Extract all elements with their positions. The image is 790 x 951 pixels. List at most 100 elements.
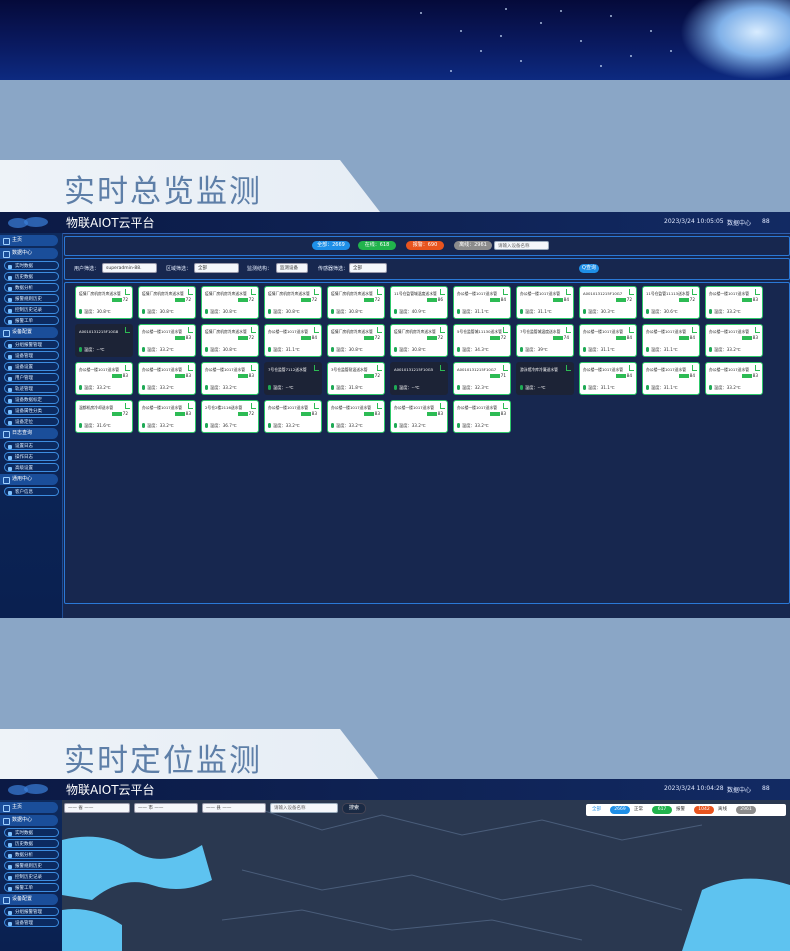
region-filter-select[interactable]: 全部 bbox=[194, 263, 239, 273]
map-canvas[interactable] bbox=[62, 800, 790, 951]
sidebar-home[interactable]: 主页 bbox=[0, 802, 58, 813]
device-card[interactable]: 疫情厂房机房冷库送水管 72 温度：30.8℃ bbox=[390, 324, 448, 357]
sidebar-item[interactable]: 报警规则历史 bbox=[4, 294, 59, 303]
sidebar-group[interactable]: 设备配置 bbox=[0, 327, 58, 338]
sidebar-item[interactable]: 报警工单 bbox=[4, 316, 59, 325]
sidebar-item[interactable]: 设置日志 bbox=[4, 441, 59, 450]
device-card[interactable]: 办公楼一楼1017送水管 83 温度：33.2℃ bbox=[453, 400, 511, 433]
city-select[interactable]: —— 市 —— bbox=[134, 803, 198, 813]
sidebar-item[interactable]: 数据分析 bbox=[4, 283, 59, 292]
status-pill[interactable]: 在线：618 bbox=[358, 241, 396, 250]
device-card[interactable]: 办公楼一楼1017送水管 83 温度：33.2℃ bbox=[705, 362, 763, 395]
legend-label[interactable]: 报警 bbox=[676, 806, 685, 814]
sensor-filter-select[interactable]: 全部 bbox=[349, 263, 387, 273]
sidebar-item[interactable]: 分组报警管理 bbox=[4, 907, 59, 916]
device-card[interactable]: 办公楼一楼1017送水管 83 温度：33.2℃ bbox=[138, 324, 196, 357]
device-card[interactable]: 疫情厂房机房冷库送水管 72 温度：30.8℃ bbox=[327, 286, 385, 319]
sidebar-item[interactable]: 实时数据 bbox=[4, 828, 59, 837]
sidebar-item[interactable]: 轨迹管理 bbox=[4, 384, 59, 393]
legend-count[interactable]: 2961 bbox=[736, 806, 756, 814]
sidebar-item[interactable]: 控制历史记录 bbox=[4, 305, 59, 314]
device-card[interactable]: 办公楼一楼1017送水管 83 温度：33.2℃ bbox=[201, 362, 259, 395]
device-card[interactable]: A0010131215F10G5 温度：--℃ bbox=[390, 362, 448, 395]
device-card[interactable]: 疫情厂房机房冷库送水管 72 温度：30.8℃ bbox=[327, 324, 385, 357]
device-card[interactable]: 2号仓2楼2116送水管 72 温度：36.7℃ bbox=[201, 400, 259, 433]
device-card[interactable]: 办公楼一楼1017送水管 84 温度：31.1℃ bbox=[579, 324, 637, 357]
legend-label[interactable]: 正常 bbox=[634, 806, 643, 814]
legend-count[interactable]: 617 bbox=[652, 806, 672, 814]
sidebar-item[interactable]: 设备定位 bbox=[4, 417, 59, 426]
device-card[interactable]: 办公楼一楼1017送水管 84 温度：31.1℃ bbox=[642, 362, 700, 395]
device-card[interactable]: 11号仓监管城温度送水管 86 温度：40.9℃ bbox=[390, 286, 448, 319]
data-center-link[interactable]: 数据中心 bbox=[727, 785, 751, 794]
map-view[interactable]: —— 省 —— —— 市 —— —— 县 —— 请输入设备名称 搜索 全部 266… bbox=[62, 800, 790, 951]
monitor-filter-select[interactable]: 监测设备 bbox=[276, 263, 308, 273]
device-card[interactable]: 温都机房冷却送水管 72 温度：31.6℃ bbox=[75, 400, 133, 433]
sidebar-item[interactable]: 设备属性分类 bbox=[4, 406, 59, 415]
user-menu[interactable]: 88 bbox=[762, 218, 770, 225]
sidebar-group[interactable]: 数据中心 bbox=[0, 248, 58, 259]
sidebar-item[interactable]: 分组报警管理 bbox=[4, 340, 59, 349]
legend-label[interactable]: 离线 bbox=[718, 806, 727, 814]
county-select[interactable]: —— 县 —— bbox=[202, 803, 266, 813]
sidebar-item[interactable]: 实时数据 bbox=[4, 261, 59, 270]
device-card[interactable]: 疫情厂房机房冷库送水管 72 温度：30.8℃ bbox=[75, 286, 133, 319]
sidebar-group[interactable]: 日志查询 bbox=[0, 428, 58, 439]
device-card[interactable]: 办公楼一楼1017送水管 84 温度：31.1℃ bbox=[264, 324, 322, 357]
device-card[interactable]: A0010131215F10G8 温度：--℃ bbox=[75, 324, 133, 357]
device-card[interactable]: A0010131215F10G7 72 温度：30.3℃ bbox=[579, 286, 637, 319]
device-card[interactable]: 疫情厂房机房冷库送水管 72 温度：30.8℃ bbox=[201, 324, 259, 357]
device-card[interactable]: 办公楼一楼1017送水管 83 温度：33.2℃ bbox=[327, 400, 385, 433]
sidebar-item[interactable]: 设备管理 bbox=[4, 918, 59, 927]
sidebar-group[interactable]: 数据中心 bbox=[0, 815, 58, 826]
device-card[interactable]: 办公楼一楼1017送水管 83 温度：33.2℃ bbox=[138, 400, 196, 433]
sidebar-item[interactable]: 高级设置 bbox=[4, 463, 59, 472]
sidebar-item[interactable]: 用户管理 bbox=[4, 373, 59, 382]
legend-count[interactable]: 1042 bbox=[694, 806, 714, 814]
device-card[interactable]: 游泳馆冷库冷凝送水管 温度：--℃ bbox=[516, 362, 574, 395]
sidebar-item[interactable]: 历史数据 bbox=[4, 839, 59, 848]
device-card[interactable]: 办公楼一楼1017送水管 84 温度：31.1℃ bbox=[642, 324, 700, 357]
device-card[interactable]: 疫情厂房机房冷库送水管 72 温度：30.8℃ bbox=[264, 286, 322, 319]
sidebar-group[interactable]: 设备配置 bbox=[0, 894, 58, 905]
device-card[interactable]: 疫情厂房机房冷库送水管 72 温度：30.8℃ bbox=[201, 286, 259, 319]
sidebar-item[interactable]: 报警工单 bbox=[4, 883, 59, 892]
data-center-link[interactable]: 数据中心 bbox=[727, 218, 751, 227]
legend-label[interactable]: 全部 bbox=[592, 806, 601, 814]
legend-count[interactable]: 2669 bbox=[610, 806, 630, 814]
device-card[interactable]: 7号仓监管7112送水管 温度：--℃ bbox=[264, 362, 322, 395]
status-pill[interactable]: 全部：2669 bbox=[312, 241, 350, 250]
device-card[interactable]: 疫情厂房机房冷库送水管 72 温度：30.8℃ bbox=[138, 286, 196, 319]
device-card[interactable]: A0010131215F10G7 71 温度：32.3℃ bbox=[453, 362, 511, 395]
sidebar-item[interactable]: 客户信息 bbox=[4, 487, 59, 496]
device-card[interactable]: 11号仓监管11113送水管 72 温度：30.6℃ bbox=[642, 286, 700, 319]
device-search-input[interactable]: 请输入设备名称 bbox=[494, 241, 549, 250]
sidebar-item[interactable]: 数据分析 bbox=[4, 850, 59, 859]
device-card[interactable]: 办公楼一楼1017送水管 83 温度：33.2℃ bbox=[705, 324, 763, 357]
province-select[interactable]: —— 省 —— bbox=[64, 803, 130, 813]
device-card[interactable]: 办公楼一楼1017送水管 84 温度：31.1℃ bbox=[516, 286, 574, 319]
device-card[interactable]: 7号仓监管城温度送水管 74 温度：39℃ bbox=[516, 324, 574, 357]
device-search-input[interactable]: 请输入设备名称 bbox=[270, 803, 338, 813]
sidebar-item[interactable]: 设备设置 bbox=[4, 362, 59, 371]
status-pill[interactable]: 离线：2961 bbox=[454, 241, 492, 250]
query-button[interactable]: Q查询 bbox=[579, 264, 599, 273]
device-card[interactable]: 办公楼一楼1017送水管 84 温度：31.1℃ bbox=[579, 362, 637, 395]
status-pill[interactable]: 报警：690 bbox=[406, 241, 444, 250]
device-card[interactable]: 办公楼一楼1017送水管 84 温度：31.1℃ bbox=[453, 286, 511, 319]
user-menu[interactable]: 88 bbox=[762, 785, 770, 792]
device-card[interactable]: 办公楼一楼1017送水管 83 温度：33.2℃ bbox=[705, 286, 763, 319]
search-button[interactable]: 搜索 bbox=[342, 803, 366, 814]
sidebar-group[interactable]: 通用中心 bbox=[0, 474, 58, 485]
device-card[interactable]: 办公楼一楼1017送水管 83 温度：33.2℃ bbox=[75, 362, 133, 395]
sidebar-item[interactable]: 操作日志 bbox=[4, 452, 59, 461]
device-card[interactable]: 办公楼一楼1017送水管 83 温度：33.2℃ bbox=[264, 400, 322, 433]
sidebar-home[interactable]: 主页 bbox=[0, 235, 58, 246]
device-card[interactable]: 5号仓监管城11130送水管 72 温度：34.3℃ bbox=[453, 324, 511, 357]
sidebar-item[interactable]: 控制历史记录 bbox=[4, 872, 59, 881]
sidebar-item[interactable]: 设备管理 bbox=[4, 351, 59, 360]
sidebar-item[interactable]: 报警规则历史 bbox=[4, 861, 59, 870]
device-card[interactable]: 办公楼一楼1017送水管 83 温度：33.2℃ bbox=[390, 400, 448, 433]
device-card[interactable]: 3号仓监管耐温送水管 72 温度：31.8℃ bbox=[327, 362, 385, 395]
device-card[interactable]: 办公楼一楼1017送水管 83 温度：33.2℃ bbox=[138, 362, 196, 395]
